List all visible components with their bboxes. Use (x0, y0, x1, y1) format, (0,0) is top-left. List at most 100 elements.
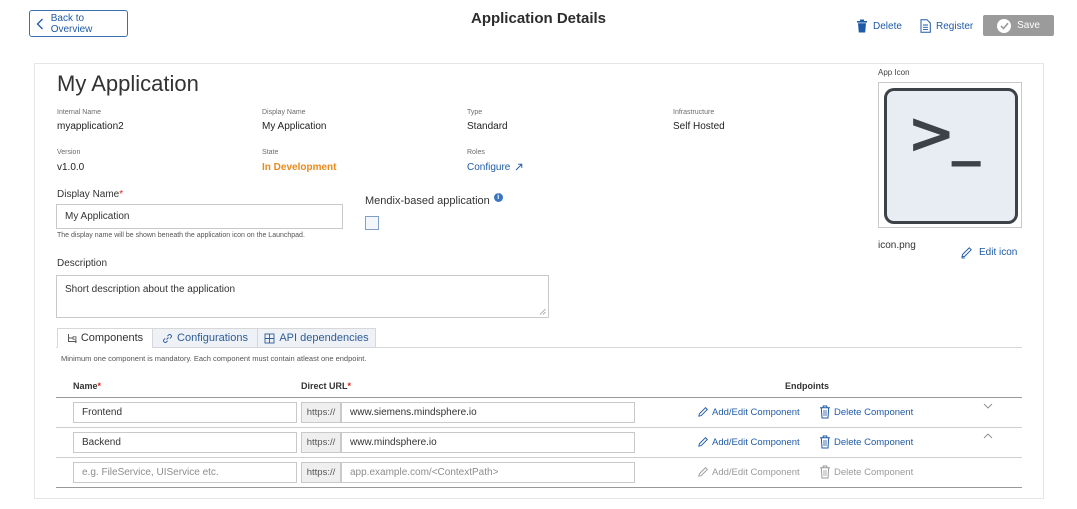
meta-label-version: Version (57, 149, 81, 156)
delete-component-button-disabled: Delete Component (819, 465, 913, 479)
display-name-field-label: Display Name* (57, 189, 123, 200)
trash-icon (820, 465, 830, 479)
add-edit-label: Add/Edit Component (712, 436, 800, 448)
row-divider (56, 487, 1022, 488)
add-edit-component-button-disabled: Add/Edit Component (697, 466, 800, 478)
info-icon[interactable]: i (493, 193, 503, 202)
url-prefix: https:// (301, 462, 341, 483)
save-button[interactable]: Save (983, 15, 1054, 36)
trash-icon (820, 435, 830, 449)
description-value: Short description about the application (65, 284, 236, 295)
add-edit-label: Add/Edit Component (712, 466, 800, 478)
required-asterisk: * (97, 381, 102, 391)
component-name-value: Backend (82, 437, 121, 448)
components-hint: Minimum one component is mandatory. Each… (61, 354, 367, 363)
tab-api-dependencies-label: API dependencies (279, 332, 369, 344)
description-textarea[interactable]: Short description about the application (56, 275, 549, 318)
register-label: Register (936, 20, 974, 32)
component-url-input[interactable]: www.siemens.mindsphere.io (341, 402, 635, 423)
tab-configurations[interactable]: Configurations (152, 328, 258, 348)
pencil-icon (698, 467, 708, 477)
pencil-icon (698, 437, 708, 447)
meta-value-infrastructure: Self Hosted (673, 121, 725, 132)
required-asterisk: * (347, 381, 352, 391)
meta-value-type: Standard (467, 121, 508, 132)
meta-label-display-name: Display Name (262, 109, 306, 116)
api-icon (264, 333, 275, 343)
external-link-icon (516, 163, 523, 171)
tab-components[interactable]: Components (57, 328, 153, 348)
component-url-input[interactable]: www.mindsphere.io (341, 432, 635, 453)
url-prefix: https:// (301, 432, 341, 453)
url-prefix: https:// (301, 402, 341, 423)
expand-chevron-up-icon[interactable] (983, 431, 993, 439)
mendix-label-text: Mendix-based application (365, 195, 490, 207)
meta-value-display-name: My Application (262, 121, 327, 132)
icon-filename: icon.png (878, 240, 916, 251)
mendix-checkbox[interactable] (365, 216, 379, 230)
meta-label-state: State (262, 149, 279, 156)
display-name-label-text: Display Name (57, 189, 120, 200)
component-name-placeholder: e.g. FileService, UIService etc. (82, 467, 219, 478)
trash-icon (857, 19, 867, 33)
meta-value-internal-name: myapplication2 (57, 121, 124, 132)
display-name-input[interactable]: My Application (56, 204, 343, 229)
tab-api-dependencies[interactable]: API dependencies (257, 328, 376, 348)
edit-icon-link[interactable]: Edit icon (960, 246, 1017, 259)
components-icon (67, 334, 77, 343)
page-title: Application Details (470, 10, 607, 27)
save-label: Save (1017, 20, 1040, 31)
add-edit-label: Add/Edit Component (712, 406, 800, 418)
add-edit-component-button[interactable]: Add/Edit Component (697, 406, 800, 418)
new-component-name-input[interactable]: e.g. FileService, UIService etc. (73, 462, 297, 483)
collapse-chevron-down-icon[interactable] (983, 401, 993, 409)
mendix-label: Mendix-based application i (365, 193, 503, 207)
link-icon (163, 333, 172, 343)
application-name-heading: My Application (57, 71, 199, 96)
meta-label-infrastructure: Infrastructure (673, 109, 715, 116)
roles-configure-link[interactable]: Configure (467, 162, 523, 173)
delete-component-label: Delete Component (834, 466, 914, 478)
delete-component-button[interactable]: Delete Component (819, 435, 913, 449)
delete-component-label: Delete Component (834, 406, 914, 418)
register-button[interactable]: Register (920, 18, 973, 34)
delete-component-button[interactable]: Delete Component (819, 405, 913, 419)
app-icon-preview: >_ (878, 82, 1022, 228)
column-header-name: Name* (73, 381, 101, 391)
component-name-input[interactable]: Backend (73, 432, 297, 453)
display-name-hint: The display name will be shown beneath t… (57, 232, 305, 239)
required-asterisk: * (119, 189, 124, 200)
delete-component-label: Delete Component (834, 436, 914, 448)
component-url-value: www.mindsphere.io (350, 437, 437, 448)
new-component-url-input[interactable]: app.example.com/<ContextPath> (341, 462, 635, 483)
terminal-icon: >_ (884, 88, 1018, 224)
row-divider (56, 457, 1022, 458)
component-name-input[interactable]: Frontend (73, 402, 297, 423)
pencil-icon (698, 407, 708, 417)
delete-button[interactable]: Delete (856, 18, 902, 34)
component-url-placeholder: app.example.com/<ContextPath> (350, 467, 499, 478)
column-header-direct-url: Direct URL* (301, 381, 351, 391)
add-edit-component-button[interactable]: Add/Edit Component (697, 436, 800, 448)
terminal-glyph: >_ (907, 99, 981, 167)
roles-configure-label: Configure (467, 162, 511, 173)
display-name-input-value: My Application (65, 211, 130, 222)
delete-label: Delete (873, 20, 902, 32)
app-icon-label: App Icon (878, 68, 910, 77)
resize-handle-icon (539, 308, 546, 315)
component-url-value: www.siemens.mindsphere.io (350, 407, 477, 418)
trash-icon (820, 405, 830, 419)
meta-value-version: v1.0.0 (57, 162, 85, 173)
meta-label-type: Type (467, 109, 483, 116)
row-divider (56, 427, 1022, 428)
column-url-label: Direct URL (301, 381, 348, 391)
edit-icon-label: Edit icon (979, 247, 1018, 258)
pencil-icon (961, 247, 972, 259)
component-name-value: Frontend (82, 407, 123, 418)
state-value: In Development (262, 162, 337, 173)
tab-components-label: Components (80, 332, 144, 344)
column-header-endpoints: Endpoints (785, 381, 829, 391)
checkmark-icon (997, 18, 1012, 33)
description-label: Description (57, 258, 108, 269)
meta-label-roles: Roles (467, 149, 485, 156)
